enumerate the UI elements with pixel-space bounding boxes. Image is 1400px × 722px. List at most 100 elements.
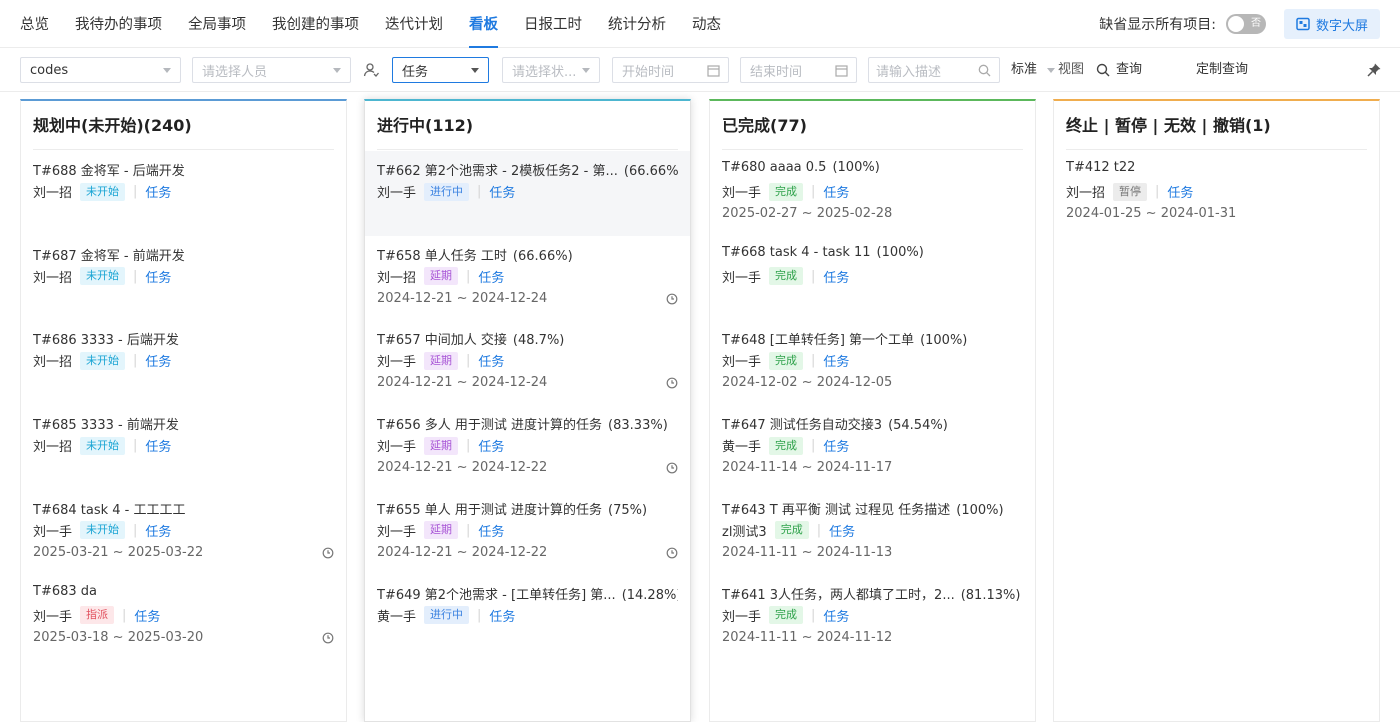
clock-icon[interactable] [666, 377, 678, 393]
task-title[interactable]: T#668 task 4 - task 11 (100%) [722, 245, 1023, 260]
task-type-link[interactable]: 任务 [823, 182, 849, 201]
project-select[interactable]: codes [20, 57, 181, 83]
task-title[interactable]: T#412 t22 [1066, 160, 1367, 175]
mode-select[interactable]: 标准 [1011, 57, 1037, 83]
pin-icon[interactable] [1366, 62, 1382, 78]
person-icon[interactable] [363, 62, 379, 78]
task-type-link[interactable]: 任务 [1167, 182, 1193, 201]
clock-icon[interactable] [322, 632, 334, 648]
task-assignee: zl测试3 [722, 524, 767, 540]
clock-icon[interactable] [666, 462, 678, 478]
task-title[interactable]: T#685 3333 - 前端开发 [33, 414, 334, 433]
task-type-link[interactable]: 任务 [478, 351, 504, 370]
task-card[interactable]: T#649 第2个池需求 - [工单转任务] 第... (14.28%) 黄一手 进行… [365, 575, 690, 660]
task-type-link[interactable]: 任务 [145, 521, 171, 540]
task-type-link[interactable]: 任务 [823, 267, 849, 286]
query-button[interactable]: 查询 [1116, 57, 1142, 83]
start-date-input[interactable]: 开始时间 [612, 57, 729, 83]
task-title[interactable]: T#688 金将军 - 后端开发 [33, 160, 334, 179]
task-card[interactable]: T#656 多人 用于测试 进度计算的任务 (83.33%) 刘一手 延期 | 任务 202… [365, 405, 690, 490]
view-select[interactable]: 视图 [1058, 57, 1084, 83]
task-title[interactable]: T#658 单人任务 工时 (66.66%) [377, 245, 678, 264]
task-assignee: 刘一手 [722, 609, 762, 625]
task-type-link[interactable]: 任务 [823, 606, 849, 625]
task-title[interactable]: T#686 3333 - 后端开发 [33, 329, 334, 348]
show-all-projects-toggle[interactable]: 否 [1225, 14, 1266, 34]
task-card[interactable]: T#688 金将军 - 后端开发 刘一招 未开始 | 任务 [21, 151, 346, 236]
task-card[interactable]: T#686 3333 - 后端开发 刘一招 未开始 | 任务 [21, 320, 346, 405]
column-title: 规划中(未开始)(240) [33, 101, 334, 150]
description-input[interactable]: 请输入描述 [868, 57, 1000, 83]
clock-icon[interactable] [322, 547, 334, 563]
task-title[interactable]: T#662 第2个池需求 - 2模板任务2 - 第... (66.66%) [377, 160, 678, 179]
task-card[interactable]: T#687 金将军 - 前端开发 刘一招 未开始 | 任务 [21, 236, 346, 321]
task-card[interactable]: T#641 3人任务，两人都填了工时，2... (81.13%) 刘一手 完成 | 任务 2… [710, 575, 1035, 660]
task-title[interactable]: T#657 中间加人 交接 (48.7%) [377, 329, 678, 348]
task-title[interactable]: T#643 T 再平衡 测试 过程见 任务描述 (100%) [722, 499, 1023, 518]
clock-icon[interactable] [666, 547, 678, 563]
nav-tab[interactable]: 我创建的事项 [272, 0, 359, 48]
task-card[interactable]: T#643 T 再平衡 测试 过程见 任务描述 (100%) zl测试3 完成 | 任务 2… [710, 490, 1035, 575]
task-card[interactable]: T#655 单人 用于测试 进度计算的任务 (75%) 刘一手 延期 | 任务 2024-1… [365, 490, 690, 575]
end-date-input[interactable]: 结束时间 [740, 57, 857, 83]
task-title-text: T#643 T 再平衡 测试 过程见 任务描述 [722, 502, 951, 518]
task-type-link[interactable]: 任务 [489, 606, 515, 625]
status-badge: 未开始 [80, 521, 126, 540]
kanban-column: 进行中(112) T#662 第2个池需求 - 2模板任务2 - 第... (66.… [364, 99, 691, 722]
nav-tab[interactable]: 总览 [20, 0, 49, 48]
task-card[interactable]: T#657 中间加人 交接 (48.7%) 刘一手 延期 | 任务 2024-12-21 ~… [365, 320, 690, 405]
task-type-link[interactable]: 任务 [489, 182, 515, 201]
person-select[interactable]: 请选择人员 [192, 57, 351, 83]
task-title[interactable]: T#655 单人 用于测试 进度计算的任务 (75%) [377, 499, 678, 518]
nav-tab[interactable]: 我待办的事项 [75, 0, 162, 48]
nav-right: 缺省显示所有项目: 否 数字大屏 [1099, 0, 1380, 48]
task-title[interactable]: T#684 task 4 - 工工工工 [33, 499, 334, 518]
digital-bigscreen-button[interactable]: 数字大屏 [1283, 9, 1380, 39]
task-type-link[interactable]: 任务 [823, 351, 849, 370]
task-type-link[interactable]: 任务 [145, 182, 171, 201]
task-card[interactable]: T#668 task 4 - task 11 (100%) 刘一手 完成 | 任务 [710, 236, 1035, 321]
task-title[interactable]: T#647 测试任务自动交接3 (54.54%) [722, 414, 1023, 433]
status-badge: 延期 [424, 267, 459, 286]
task-type-link[interactable]: 任务 [145, 436, 171, 455]
task-card[interactable]: T#648 [工单转任务] 第一个工单 (100%) 刘一手 完成 | 任务 2024-12… [710, 320, 1035, 405]
task-card[interactable]: T#662 第2个池需求 - 2模板任务2 - 第... (66.66%) 刘一手进… [365, 151, 690, 236]
toggle-text: 否 [1250, 18, 1261, 29]
task-type-link[interactable]: 任务 [134, 606, 160, 625]
task-title[interactable]: T#648 [工单转任务] 第一个工单 (100%) [722, 329, 1023, 348]
task-title[interactable]: T#680 aaaa 0.5 (100%) [722, 160, 1023, 175]
task-type-link[interactable]: 任务 [478, 436, 504, 455]
task-card[interactable]: T#680 aaaa 0.5 (100%) 刘一手 完成 | 任务 2025-02-27 ~… [710, 151, 1035, 236]
task-card[interactable]: T#685 3333 - 前端开发 刘一招 未开始 | 任务 [21, 405, 346, 490]
nav-tab[interactable]: 日报工时 [524, 0, 582, 48]
task-title[interactable]: T#641 3人任务，两人都填了工时，2... (81.13%) [722, 584, 1023, 603]
task-title[interactable]: T#687 金将军 - 前端开发 [33, 245, 334, 264]
nav-tab[interactable]: 动态 [692, 0, 721, 48]
nav-tab[interactable]: 迭代计划 [385, 0, 443, 48]
task-type-link[interactable]: 任务 [145, 267, 171, 286]
task-type-link[interactable]: 任务 [829, 521, 855, 540]
task-card[interactable]: T#647 测试任务自动交接3 (54.54%) 黄一手 完成 | 任务 2024-11-1… [710, 405, 1035, 490]
nav-tab[interactable]: 统计分析 [608, 0, 666, 48]
task-title[interactable]: T#649 第2个池需求 - [工单转任务] 第... (14.28%) [377, 584, 678, 603]
task-card[interactable]: T#412 t22 刘一招 暂停 | 任务 2024-01-25 ~ 2024-01-31 [1054, 151, 1379, 236]
search-icon [978, 64, 991, 77]
task-type-link[interactable]: 任务 [145, 351, 171, 370]
nav-tab[interactable]: 看板 [469, 0, 498, 48]
task-card[interactable]: T#684 task 4 - 工工工工 刘一手 未开始 | 任务 2025-03-21 ~… [21, 490, 346, 575]
task-title[interactable]: T#656 多人 用于测试 进度计算的任务 (83.33%) [377, 414, 678, 433]
task-title-text: T#662 第2个池需求 - 2模板任务2 - 第... [377, 164, 618, 179]
status-select[interactable]: 请选择状... [502, 57, 600, 83]
clock-icon[interactable] [666, 293, 678, 309]
task-type-link[interactable]: 任务 [478, 521, 504, 540]
task-card[interactable]: T#683 da 刘一手 指派 | 任务 2025-03-18 ~ 2025-03-20 [21, 575, 346, 660]
task-card[interactable]: T#658 单人任务 工时 (66.66%) 刘一招 延期 | 任务 2024-12-21 … [365, 236, 690, 321]
calendar-icon [707, 65, 720, 77]
task-assignee: 刘一手 [377, 440, 417, 456]
nav-tab[interactable]: 全局事项 [188, 0, 246, 48]
custom-query-button[interactable]: 定制查询 [1196, 57, 1248, 83]
task-title[interactable]: T#683 da [33, 584, 334, 599]
type-select[interactable]: 任务 [392, 57, 489, 83]
task-type-link[interactable]: 任务 [823, 436, 849, 455]
task-type-link[interactable]: 任务 [478, 267, 504, 286]
